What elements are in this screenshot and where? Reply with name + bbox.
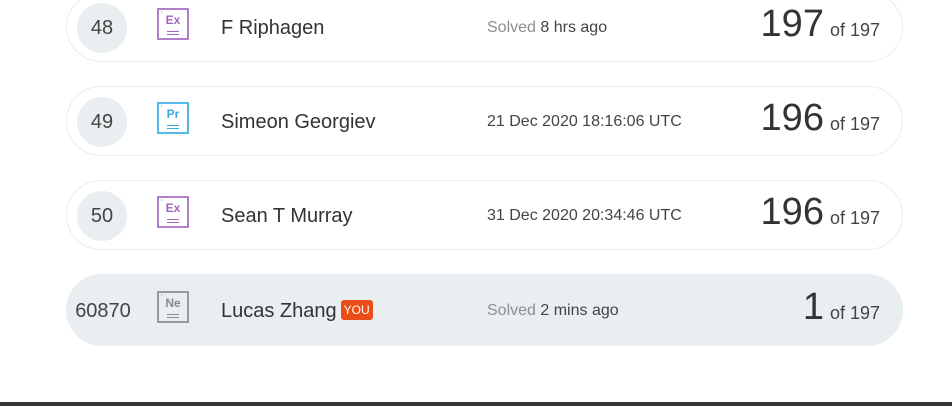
leaderboard-row[interactable]: 50 ' Ex Sean T Murray 31 Dec 2020 20:34:4… [66,180,903,250]
score-total: of 197 [829,20,880,40]
score: 1 of 197 [803,286,880,329]
solve-time-prefix: Solved [487,19,536,36]
level-symbol: Pr [166,107,180,121]
score-total: of 197 [829,303,880,323]
rank-badge: 49 [77,97,127,147]
rank-badge: 60870 [75,299,131,322]
solve-time-value: 2 mins ago [540,302,619,319]
user-name[interactable]: F Riphagen [221,17,324,40]
solve-time-prefix: Solved [487,302,536,319]
score-value: 196 [760,97,824,139]
you-badge: YOU [340,300,373,320]
solve-time: 21 Dec 2020 18:16:06 UTC [487,113,682,131]
solve-time: Solved 8 hrs ago [487,19,607,37]
level-element-icon: ' Ne [157,291,189,323]
level-element-icon: ' Ex [157,196,189,228]
score: 197 of 197 [761,3,880,46]
user-name[interactable]: Simeon Georgiev [221,111,376,134]
leaderboard-row[interactable]: 48 ' Ex F Riphagen Solved 8 hrs ago 197 o… [66,0,903,62]
level-element-icon: ' Pr [157,102,189,134]
score-value: 196 [760,191,824,233]
leaderboard: 48 ' Ex F Riphagen Solved 8 hrs ago 197 o… [66,0,903,370]
score-value: 197 [760,3,824,45]
score-total: of 197 [829,114,880,134]
leaderboard-row[interactable]: 49 ' Pr Simeon Georgiev 21 Dec 2020 18:16… [66,86,903,156]
user-name-text[interactable]: Lucas Zhang [221,300,337,322]
user-name: Lucas Zhang YOU [221,300,373,323]
solve-time: 31 Dec 2020 20:34:46 UTC [487,207,682,225]
solve-time-value: 31 Dec 2020 20:34:46 UTC [487,207,682,224]
score-value: 1 [802,286,824,328]
rank-badge: 48 [77,3,127,53]
current-user-row[interactable]: 60870 ' Ne Lucas Zhang YOU Solved 2 mins a… [66,274,903,346]
level-element-icon: ' Ex [157,8,189,40]
score: 196 of 197 [761,97,880,140]
solve-time-value: 8 hrs ago [540,19,608,36]
score: 196 of 197 [761,191,880,234]
solve-time: Solved 2 mins ago [487,302,619,320]
score-total: of 197 [829,208,880,228]
user-name[interactable]: Sean T Murray [221,205,353,228]
footer-divider [0,402,952,406]
solve-time-value: 21 Dec 2020 18:16:06 UTC [487,113,682,130]
rank-badge: 50 [77,191,127,241]
level-symbol: Ex [165,13,181,27]
level-symbol: Ex [165,201,181,215]
level-symbol: Ne [165,296,181,310]
